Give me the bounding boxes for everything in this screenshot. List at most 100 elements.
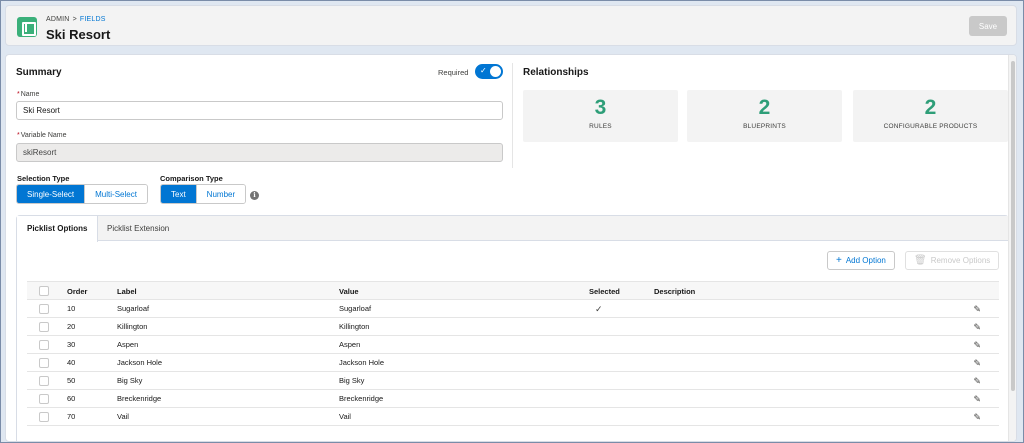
table-row: 20 Killington Killington ✎	[27, 318, 999, 336]
required-asterisk: *	[17, 91, 20, 98]
row-label: Vail	[117, 412, 129, 421]
number-button[interactable]: Number	[195, 185, 246, 203]
comparison-type-group: Text Number	[160, 184, 247, 204]
table-row: 40 Jackson Hole Jackson Hole ✎	[27, 354, 999, 372]
vertical-scrollbar[interactable]	[1008, 55, 1016, 441]
table-row: 10 Sugarloaf Sugarloaf ✓ ✎	[27, 300, 999, 318]
required-asterisk: *	[17, 132, 20, 139]
row-order: 50	[67, 376, 76, 385]
table-row: 70 Vail Vail ✎	[27, 408, 999, 426]
column-header-description[interactable]: Description	[654, 282, 695, 300]
picklist-tabs-panel: Picklist Options Picklist Extension + Add…	[16, 215, 1009, 441]
stat-configurable-products-value: 2	[924, 96, 937, 119]
tab-picklist-options[interactable]: Picklist Options	[17, 216, 99, 242]
add-option-label: Add Option	[845, 256, 886, 265]
row-value: Killington	[339, 322, 370, 331]
multi-select-button[interactable]: Multi-Select	[84, 185, 147, 203]
info-icon[interactable]: i	[250, 191, 259, 200]
column-header-order[interactable]: Order	[67, 282, 87, 300]
main-card: Summary Required ✓ *Name Ski Resort *Var…	[5, 54, 1017, 442]
app-field-icon	[17, 17, 37, 37]
stat-configurable-products: 2 CONFIGURABLE PRODUCTS	[853, 90, 1008, 142]
remove-options-button: 🗑 Remove Options	[905, 251, 1000, 270]
row-label: Sugarloaf	[117, 304, 150, 313]
variable-name-label: *Variable Name	[17, 132, 67, 139]
table-header-row: Order Label Value Selected Description	[27, 281, 999, 300]
row-label: Big Sky	[117, 376, 143, 385]
stat-blueprints-label: BLUEPRINTS	[743, 123, 786, 130]
row-checkbox[interactable]	[39, 412, 49, 422]
table-row: 30 Aspen Aspen ✎	[27, 336, 999, 354]
required-label: Required	[438, 68, 469, 77]
row-order: 60	[67, 394, 76, 403]
select-all-checkbox[interactable]	[39, 286, 49, 296]
stat-rules-value: 3	[594, 96, 607, 119]
row-value: Aspen	[339, 340, 361, 349]
toggle-knob	[490, 66, 501, 77]
scrollbar-thumb[interactable]	[1011, 61, 1015, 391]
breadcrumb: ADMIN > FIELDS	[46, 16, 106, 23]
remove-options-label: Remove Options	[930, 256, 991, 265]
row-checkbox[interactable]	[39, 376, 49, 386]
row-value: Vail	[339, 412, 351, 421]
page-header: ADMIN > FIELDS Ski Resort Save	[5, 5, 1017, 46]
name-field[interactable]: Ski Resort	[16, 101, 503, 120]
column-header-label[interactable]: Label	[117, 282, 137, 300]
add-option-button[interactable]: + Add Option	[827, 251, 895, 270]
row-order: 10	[67, 304, 76, 313]
selection-type-group: Single-Select Multi-Select	[16, 184, 148, 204]
edit-pencil-icon[interactable]: ✎	[973, 336, 981, 354]
required-toggle[interactable]: ✓	[475, 64, 503, 79]
edit-pencil-icon[interactable]: ✎	[973, 300, 981, 318]
row-label: Killington	[117, 322, 148, 331]
table-row: 50 Big Sky Big Sky ✎	[27, 372, 999, 390]
tab-picklist-extension[interactable]: Picklist Extension	[97, 216, 179, 241]
save-button[interactable]: Save	[969, 16, 1007, 36]
page-title: Ski Resort	[46, 27, 111, 42]
relationships-title: Relationships	[523, 67, 589, 78]
row-value: Big Sky	[339, 376, 365, 385]
row-checkbox[interactable]	[39, 358, 49, 368]
column-header-value[interactable]: Value	[339, 282, 359, 300]
row-label: Breckenridge	[117, 394, 162, 403]
row-order: 20	[67, 322, 76, 331]
check-icon: ✓	[480, 66, 487, 75]
breadcrumb-admin[interactable]: ADMIN	[46, 16, 70, 23]
trash-icon: 🗑	[914, 255, 927, 266]
selection-type-label: Selection Type	[17, 174, 70, 183]
comparison-type-label: Comparison Type	[160, 174, 223, 183]
row-label: Jackson Hole	[117, 358, 163, 367]
app-frame: ADMIN > FIELDS Ski Resort Save Summary Req…	[0, 0, 1024, 443]
row-order: 40	[67, 358, 76, 367]
tab-bar: Picklist Options Picklist Extension	[17, 216, 1008, 242]
stat-blueprints: 2 BLUEPRINTS	[687, 90, 842, 142]
picklist-table: Order Label Value Selected Description 1…	[27, 281, 999, 426]
row-checkbox[interactable]	[39, 304, 49, 314]
row-checkbox[interactable]	[39, 322, 49, 332]
stat-rules-label: RULES	[589, 123, 612, 130]
stat-blueprints-value: 2	[758, 96, 771, 119]
row-checkbox[interactable]	[39, 394, 49, 404]
row-value: Breckenridge	[339, 394, 384, 403]
breadcrumb-fields[interactable]: FIELDS	[80, 16, 106, 23]
row-order: 30	[67, 340, 76, 349]
variable-name-field: skiResort	[16, 143, 503, 162]
edit-pencil-icon[interactable]: ✎	[973, 372, 981, 390]
check-icon: ✓	[595, 304, 603, 314]
edit-pencil-icon[interactable]: ✎	[973, 408, 981, 426]
row-label: Aspen	[117, 340, 139, 349]
name-field-label: *Name	[17, 91, 39, 98]
edit-pencil-icon[interactable]: ✎	[973, 390, 981, 408]
text-button[interactable]: Text	[161, 185, 196, 203]
breadcrumb-separator: >	[72, 16, 77, 23]
edit-pencil-icon[interactable]: ✎	[973, 318, 981, 336]
row-checkbox[interactable]	[39, 340, 49, 350]
plus-icon: +	[836, 255, 842, 266]
table-row: 60 Breckenridge Breckenridge ✎	[27, 390, 999, 408]
single-select-button[interactable]: Single-Select	[17, 185, 85, 203]
stat-configurable-products-label: CONFIGURABLE PRODUCTS	[883, 123, 978, 130]
name-label-text: Name	[20, 91, 40, 98]
edit-pencil-icon[interactable]: ✎	[973, 354, 981, 372]
column-header-selected[interactable]: Selected	[589, 282, 620, 300]
summary-title: Summary	[16, 67, 62, 78]
